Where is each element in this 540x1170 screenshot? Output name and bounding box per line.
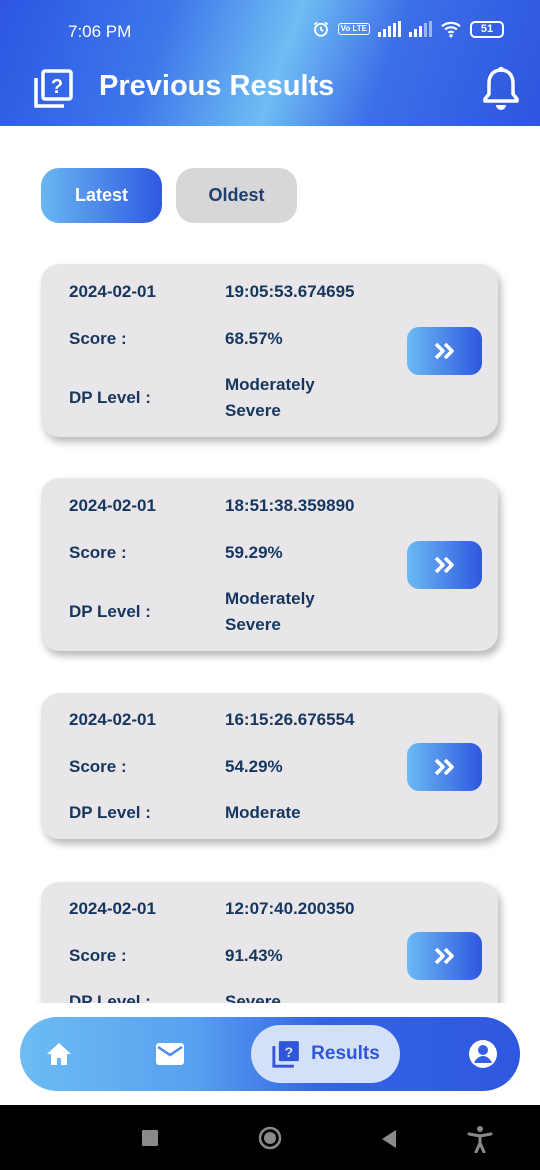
- open-result-button[interactable]: [407, 327, 482, 375]
- status-time: 7:06 PM: [68, 22, 132, 41]
- volte-badge: Vo LTE: [337, 23, 370, 35]
- bell-icon[interactable]: [480, 66, 522, 112]
- nav-profile[interactable]: [466, 1017, 500, 1091]
- level-label: DP Level :: [69, 602, 151, 621]
- home-button[interactable]: [258, 1126, 282, 1150]
- signal-icon-2: [409, 21, 432, 37]
- result-score: 59.29%: [225, 543, 283, 562]
- score-label: Score :: [69, 757, 127, 776]
- result-card: 2024-02-01 12:07:40.200350 Score : 91.43…: [41, 882, 498, 1003]
- nav-results[interactable]: ? Results: [251, 1025, 400, 1083]
- result-date: 2024-02-01: [69, 496, 156, 515]
- result-level: Severe: [225, 992, 281, 1003]
- question-book-icon: ?: [272, 1041, 300, 1068]
- question-book-icon: ?: [34, 69, 73, 108]
- result-date: 2024-02-01: [69, 282, 156, 301]
- result-time: 16:15:26.676554: [225, 710, 355, 729]
- result-card: 2024-02-01 18:51:38.359890 Score : 59.29…: [41, 478, 498, 651]
- score-label: Score :: [69, 946, 127, 965]
- signal-icon: [378, 21, 401, 37]
- score-label: Score :: [69, 543, 127, 562]
- open-result-button[interactable]: [407, 541, 482, 589]
- result-score: 68.57%: [225, 329, 283, 348]
- nav-messages[interactable]: [150, 1017, 190, 1091]
- svg-text:?: ?: [51, 76, 63, 98]
- result-card: 2024-02-01 16:15:26.676554 Score : 54.29…: [41, 693, 498, 839]
- open-result-button[interactable]: [407, 743, 482, 791]
- recents-button[interactable]: [142, 1130, 158, 1146]
- back-button[interactable]: [380, 1129, 398, 1149]
- result-time: 12:07:40.200350: [225, 899, 355, 918]
- tab-oldest[interactable]: Oldest: [176, 168, 297, 223]
- nav-results-label: Results: [311, 1043, 380, 1064]
- tab-latest[interactable]: Latest: [41, 168, 162, 223]
- alarm-icon: [313, 21, 328, 37]
- level-label: DP Level :: [69, 803, 151, 822]
- result-time: 18:51:38.359890: [225, 496, 355, 515]
- open-result-button[interactable]: [407, 932, 482, 980]
- level-label: DP Level :: [69, 992, 151, 1003]
- mail-icon: [156, 1043, 184, 1065]
- sort-tabs: Latest Oldest: [41, 168, 297, 223]
- result-score: 54.29%: [225, 757, 283, 776]
- nav-home[interactable]: [38, 1017, 80, 1091]
- status-icons: Vo LTE 51: [312, 20, 504, 38]
- system-nav-bar: [0, 1105, 540, 1170]
- results-list[interactable]: 2024-02-01 19:05:53.674695 Score : 68.57…: [0, 250, 540, 1003]
- result-time: 19:05:53.674695: [225, 282, 355, 301]
- home-icon: [47, 1043, 71, 1065]
- result-level: Moderately Severe: [225, 375, 315, 420]
- accessibility-icon[interactable]: [467, 1125, 493, 1153]
- double-chevron-right-icon: [434, 758, 454, 776]
- result-score: 91.43%: [225, 946, 283, 965]
- double-chevron-right-icon: [434, 947, 454, 965]
- level-label: DP Level :: [69, 388, 151, 407]
- result-level: Moderately Severe: [225, 589, 315, 634]
- result-date: 2024-02-01: [69, 710, 156, 729]
- svg-text:?: ?: [285, 1045, 294, 1061]
- double-chevron-right-icon: [434, 556, 454, 574]
- app-header: 7:06 PM Vo LTE 51 ? Previous Results: [0, 0, 540, 126]
- page-title: Previous Results: [99, 70, 335, 102]
- result-card: 2024-02-01 19:05:53.674695 Score : 68.57…: [41, 264, 498, 437]
- result-date: 2024-02-01: [69, 899, 156, 918]
- double-chevron-right-icon: [434, 342, 454, 360]
- battery-indicator: 51: [470, 20, 504, 38]
- profile-icon: [469, 1040, 497, 1068]
- wifi-icon: [441, 21, 461, 38]
- result-level: Moderate: [225, 803, 301, 822]
- score-label: Score :: [69, 329, 127, 348]
- bottom-nav: ? Results: [20, 1017, 520, 1091]
